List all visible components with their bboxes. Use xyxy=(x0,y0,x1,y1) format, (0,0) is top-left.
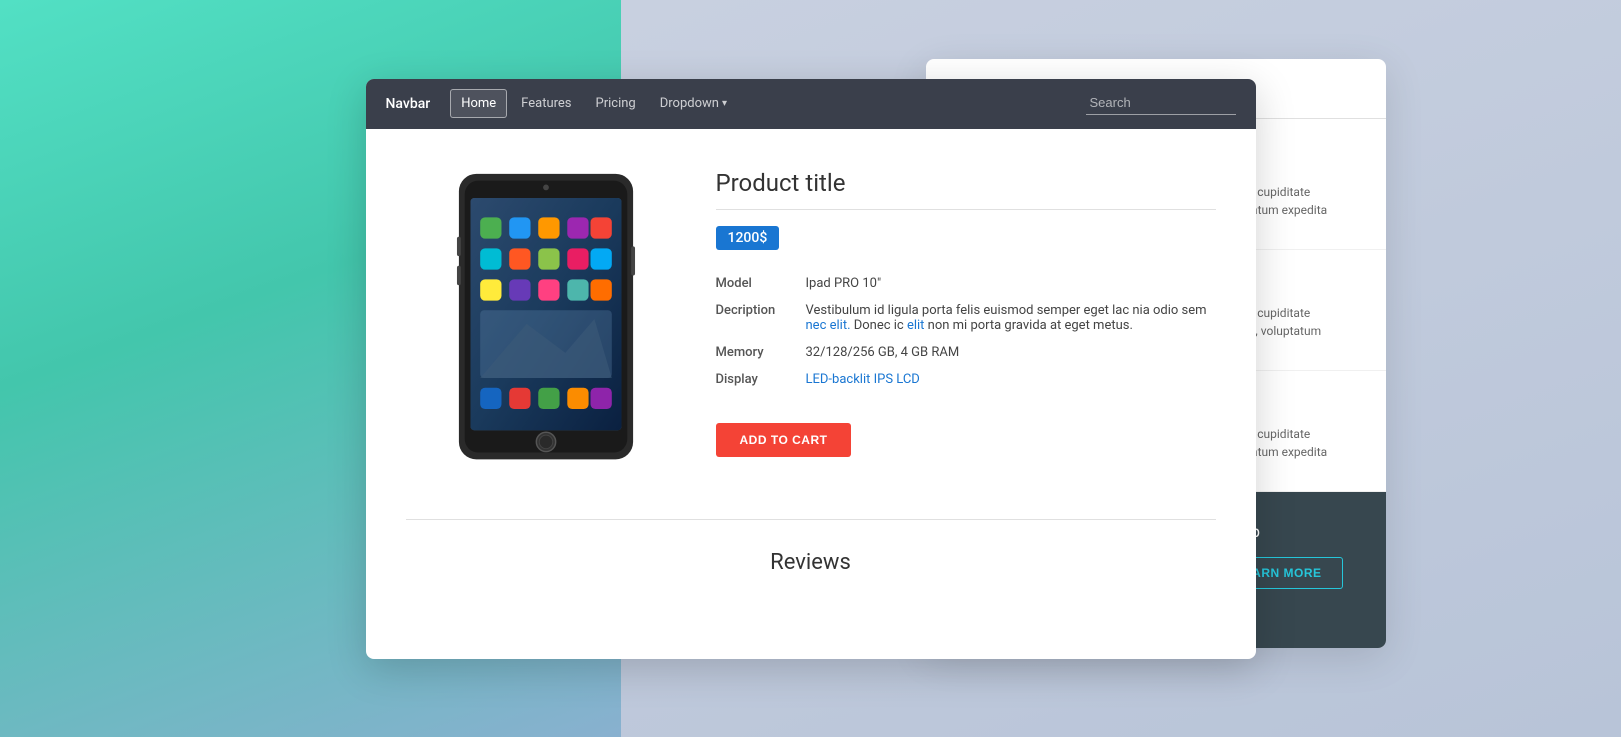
specs-table: Model Ipad PRO 10" Decription Vestibulum… xyxy=(716,270,1216,393)
windows-container: Navbar Home Features Pricing Dropdown ▾ xyxy=(366,79,1256,659)
search-input[interactable] xyxy=(1086,93,1236,115)
table-row: Display LED-backlit IPS LCD xyxy=(716,366,1216,393)
product-image-area xyxy=(406,159,686,479)
spec-label-model: Model xyxy=(716,270,806,297)
nav-link-home[interactable]: Home xyxy=(450,89,507,118)
spec-link-nec-elit[interactable]: nec elit. xyxy=(806,318,851,333)
reviews-title: Reviews xyxy=(406,550,1216,575)
navbar: Navbar Home Features Pricing Dropdown ▾ xyxy=(366,79,1256,129)
product-details: Product title 1200$ Model Ipad PRO 10" D… xyxy=(716,159,1216,457)
product-image xyxy=(426,169,666,469)
title-divider xyxy=(716,209,1216,210)
product-title: Product title xyxy=(716,169,1216,197)
reviews-divider xyxy=(406,519,1216,520)
add-to-cart-button[interactable]: ADD TO CART xyxy=(716,423,852,457)
reviews-section: Reviews xyxy=(366,530,1256,605)
table-row: Memory 32/128/256 GB, 4 GB RAM xyxy=(716,339,1216,366)
spec-value-model: Ipad PRO 10" xyxy=(806,270,1216,297)
product-section: Product title 1200$ Model Ipad PRO 10" D… xyxy=(366,129,1256,509)
nav-dropdown-label: Dropdown xyxy=(660,96,719,111)
spec-label-description: Decription xyxy=(716,297,806,339)
nav-link-pricing[interactable]: Pricing xyxy=(586,90,646,117)
chevron-down-icon: ▾ xyxy=(722,98,727,109)
table-row: Model Ipad PRO 10" xyxy=(716,270,1216,297)
spec-label-memory: Memory xyxy=(716,339,806,366)
nav-links: Home Features Pricing Dropdown ▾ xyxy=(450,89,1085,118)
navbar-search xyxy=(1086,93,1236,115)
spec-label-display: Display xyxy=(716,366,806,393)
spec-value-display: LED-backlit IPS LCD xyxy=(806,366,1216,393)
spec-value-description: Vestibulum id ligula porta felis euismod… xyxy=(806,297,1216,339)
spec-link-display[interactable]: LED-backlit IPS LCD xyxy=(806,372,920,387)
table-row: Decription Vestibulum id ligula porta fe… xyxy=(716,297,1216,339)
price-badge: 1200$ xyxy=(716,226,780,250)
spec-link-elit[interactable]: elit xyxy=(907,318,924,333)
main-window: Navbar Home Features Pricing Dropdown ▾ xyxy=(366,79,1256,659)
nav-dropdown[interactable]: Dropdown ▾ xyxy=(650,90,737,117)
navbar-brand: Navbar xyxy=(386,96,431,112)
nav-link-features[interactable]: Features xyxy=(511,90,581,117)
spec-value-memory: 32/128/256 GB, 4 GB RAM xyxy=(806,339,1216,366)
